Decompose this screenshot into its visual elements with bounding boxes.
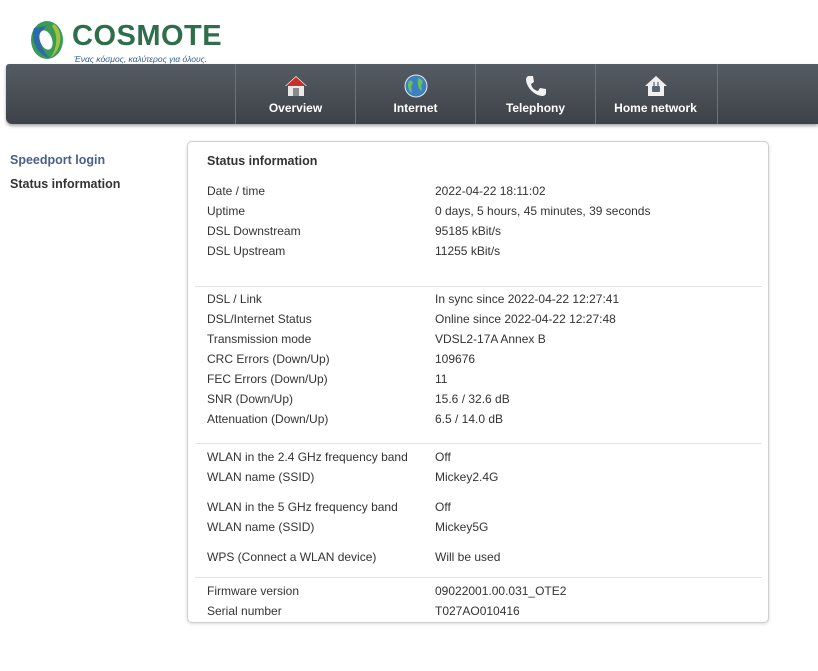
phone-icon xyxy=(526,76,546,96)
row-value: VDSL2-17A Annex B xyxy=(435,332,546,346)
row-value: Mickey2.4G xyxy=(435,470,499,484)
row-label: Date / time xyxy=(207,184,266,198)
row-label: FEC Errors (Down/Up) xyxy=(207,372,328,386)
row-value: 6.5 / 14.0 dB xyxy=(435,412,504,426)
brand-tagline: Ένας κόσμος, καλύτερος για όλους. xyxy=(74,54,208,64)
cosmote-logo: COSMOTE Ένας κόσμος, καλύτερος για όλους… xyxy=(28,18,228,66)
row-value: Will be used xyxy=(435,550,501,564)
row-label: Firmware version xyxy=(207,584,300,598)
nav-home-network[interactable]: Home network xyxy=(595,64,715,124)
main-navigation: Overview Internet Telephony Home network xyxy=(6,64,818,124)
row-label: Serial number xyxy=(207,604,282,618)
brand-name: COSMOTE xyxy=(72,20,223,52)
row-value: Off xyxy=(435,500,451,514)
row-label: DSL Upstream xyxy=(207,244,286,258)
row-label: DSL Downstream xyxy=(207,224,301,238)
home-network-icon xyxy=(645,76,667,96)
section-divider xyxy=(195,286,762,287)
section-divider xyxy=(195,577,762,578)
row-value: 2022-04-22 18:11:02 xyxy=(435,184,546,198)
house-icon xyxy=(285,76,307,96)
row-label: WLAN in the 2.4 GHz frequency band xyxy=(207,450,408,464)
row-value: T027AO010416 xyxy=(435,604,520,618)
row-value: Mickey5G xyxy=(435,520,489,534)
row-label: WLAN name (SSID) xyxy=(207,520,315,534)
row-value: 15.6 / 32.6 dB xyxy=(435,392,510,406)
nav-overview-label: Overview xyxy=(268,101,323,115)
nav-home-network-label: Home network xyxy=(614,101,697,115)
status-panel: Status information Date / time 2022-04-2… xyxy=(187,141,769,623)
nav-telephony[interactable]: Telephony xyxy=(475,64,595,124)
row-value: 95185 kBit/s xyxy=(435,224,502,238)
nav-divider xyxy=(717,64,718,124)
cosmote-logo-icon xyxy=(31,21,63,59)
row-label: SNR (Down/Up) xyxy=(207,392,294,406)
row-label: CRC Errors (Down/Up) xyxy=(207,352,330,366)
row-label: DSL / Link xyxy=(207,292,262,306)
row-value: 109676 xyxy=(435,352,476,366)
row-value: In sync since 2022-04-22 12:27:41 xyxy=(435,292,620,306)
row-value: 11 xyxy=(435,372,448,386)
row-label: Uptime xyxy=(207,204,246,218)
row-value: 09022001.00.031_OTE2 xyxy=(435,584,567,598)
panel-title: Status information xyxy=(207,154,318,168)
section-divider xyxy=(195,443,762,444)
nav-telephony-label: Telephony xyxy=(505,101,566,115)
row-label: WLAN in the 5 GHz frequency band xyxy=(207,500,398,514)
globe-icon xyxy=(404,74,428,98)
row-value: 11255 kBit/s xyxy=(435,244,501,258)
row-value: 0 days, 5 hours, 45 minutes, 39 seconds xyxy=(435,204,651,218)
row-label: DSL/Internet Status xyxy=(207,312,312,326)
nav-internet[interactable]: Internet xyxy=(355,64,475,124)
row-label: Attenuation (Down/Up) xyxy=(207,412,329,426)
row-value: Off xyxy=(435,450,451,464)
row-label: WPS (Connect a WLAN device) xyxy=(207,550,377,564)
sidebar-item-speedport-login[interactable]: Speedport login xyxy=(10,153,105,167)
sidebar-item-status-information[interactable]: Status information xyxy=(10,177,120,191)
nav-internet-label: Internet xyxy=(393,101,438,115)
row-label: Transmission mode xyxy=(207,332,312,346)
row-label: WLAN name (SSID) xyxy=(207,470,315,484)
row-value: Online since 2022-04-22 12:27:48 xyxy=(435,312,616,326)
nav-overview[interactable]: Overview xyxy=(235,64,355,124)
